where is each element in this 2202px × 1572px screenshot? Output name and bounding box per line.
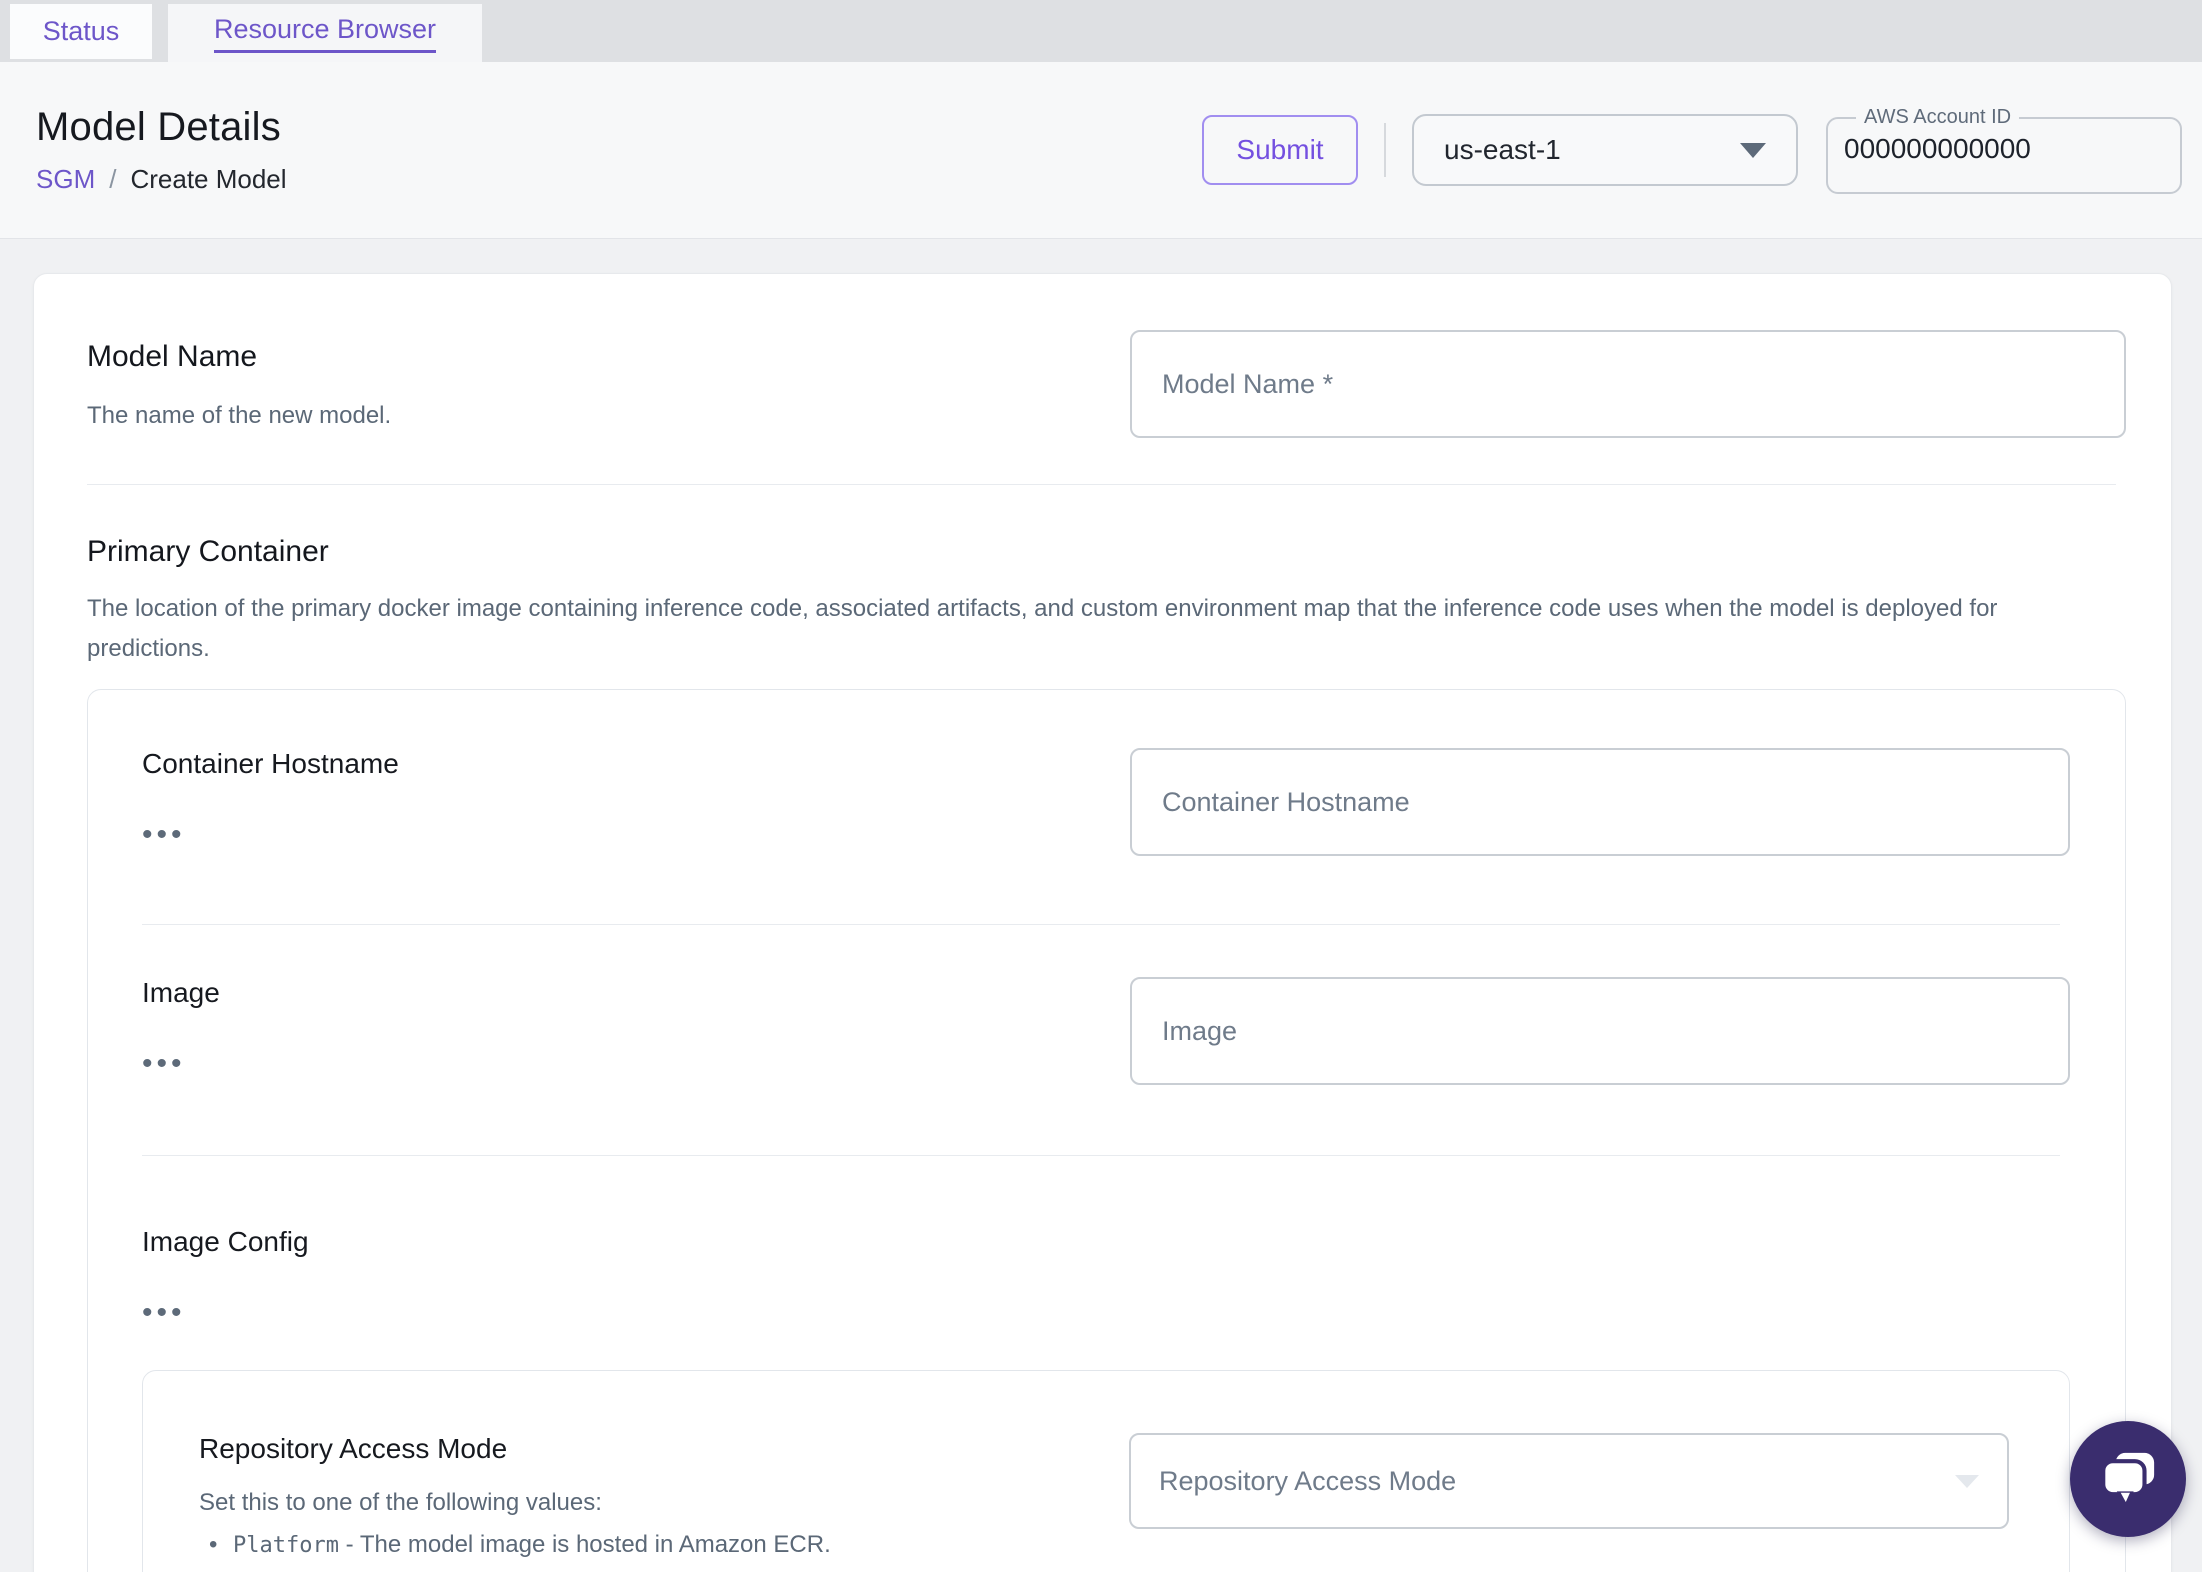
model-name-description: The name of the new model.: [87, 402, 392, 429]
region-select[interactable]: us-east-1: [1412, 114, 1798, 186]
help-bullet-vpc: Vpc - The model image is hosted in a pri…: [199, 1566, 1089, 1572]
code-platform: Platform: [233, 1533, 339, 1558]
tab-resource-browser-label: Resource Browser: [213, 14, 437, 53]
field-divider: [142, 1155, 2060, 1156]
image-label: Image: [142, 977, 220, 1008]
repository-access-mode-help-list: Platform - The model image is hosted in …: [199, 1525, 1089, 1572]
chevron-down-icon: [1955, 1474, 1979, 1488]
image-config-card: Repository Access Mode Set this to one o…: [142, 1370, 2070, 1572]
chat-icon: [2101, 1452, 2155, 1509]
tab-status[interactable]: Status: [10, 4, 152, 59]
tab-bar: Status Resource Browser: [0, 0, 2202, 62]
breadcrumb: SGM / Create Model: [36, 164, 287, 195]
model-name-input[interactable]: [1130, 330, 2126, 438]
image-ellipsis-expander[interactable]: •••: [142, 1049, 202, 1079]
help-bullet-platform: Platform - The model image is hosted in …: [199, 1525, 1089, 1566]
breadcrumb-root-link[interactable]: SGM: [36, 164, 95, 195]
region-value: us-east-1: [1444, 134, 1561, 165]
account-id-input[interactable]: [1844, 133, 2144, 165]
chat-button[interactable]: [2070, 1421, 2186, 1537]
content-area: Model Name The name of the new model. Pr…: [0, 239, 2202, 1572]
account-id-fieldset: AWS Account ID: [1826, 106, 2182, 194]
page-header: Model Details SGM / Create Model Submit …: [0, 62, 2202, 239]
image-input[interactable]: [1130, 977, 2070, 1085]
image-config-label: Image Config: [142, 1226, 309, 1257]
primary-container-description: The location of the primary docker image…: [87, 595, 1998, 662]
model-name-label: Model Name: [87, 340, 258, 373]
primary-container-card: Container Hostname ••• Image ••• Image C…: [87, 689, 2126, 1572]
account-id-label: AWS Account ID: [1864, 106, 2012, 128]
repository-access-mode-select[interactable]: Repository Access Mode: [1129, 1433, 2009, 1529]
help-text-platform: - The model image is hosted in Amazon EC…: [338, 1531, 831, 1558]
main-card: Model Name The name of the new model. Pr…: [33, 273, 2172, 1572]
header-divider: [1384, 123, 1386, 177]
image-config-ellipsis-expander[interactable]: •••: [142, 1298, 202, 1328]
section-divider: [87, 484, 2116, 485]
repository-access-mode-intro: Set this to one of the following values:: [199, 1489, 602, 1516]
container-hostname-ellipsis-expander[interactable]: •••: [142, 820, 202, 850]
breadcrumb-current: Create Model: [130, 164, 287, 194]
repository-access-mode-placeholder: Repository Access Mode: [1159, 1465, 1457, 1496]
tab-status-label: Status: [42, 16, 120, 46]
breadcrumb-separator: /: [109, 164, 117, 194]
primary-container-heading: Primary Container: [87, 535, 329, 568]
chevron-down-icon: [1740, 142, 1766, 158]
tab-resource-browser[interactable]: Resource Browser: [168, 4, 482, 62]
container-hostname-input[interactable]: [1130, 748, 2070, 856]
repository-access-mode-label: Repository Access Mode: [199, 1433, 508, 1464]
submit-button[interactable]: Submit: [1202, 115, 1358, 185]
page-title: Model Details: [36, 105, 281, 149]
container-hostname-label: Container Hostname: [142, 748, 399, 779]
